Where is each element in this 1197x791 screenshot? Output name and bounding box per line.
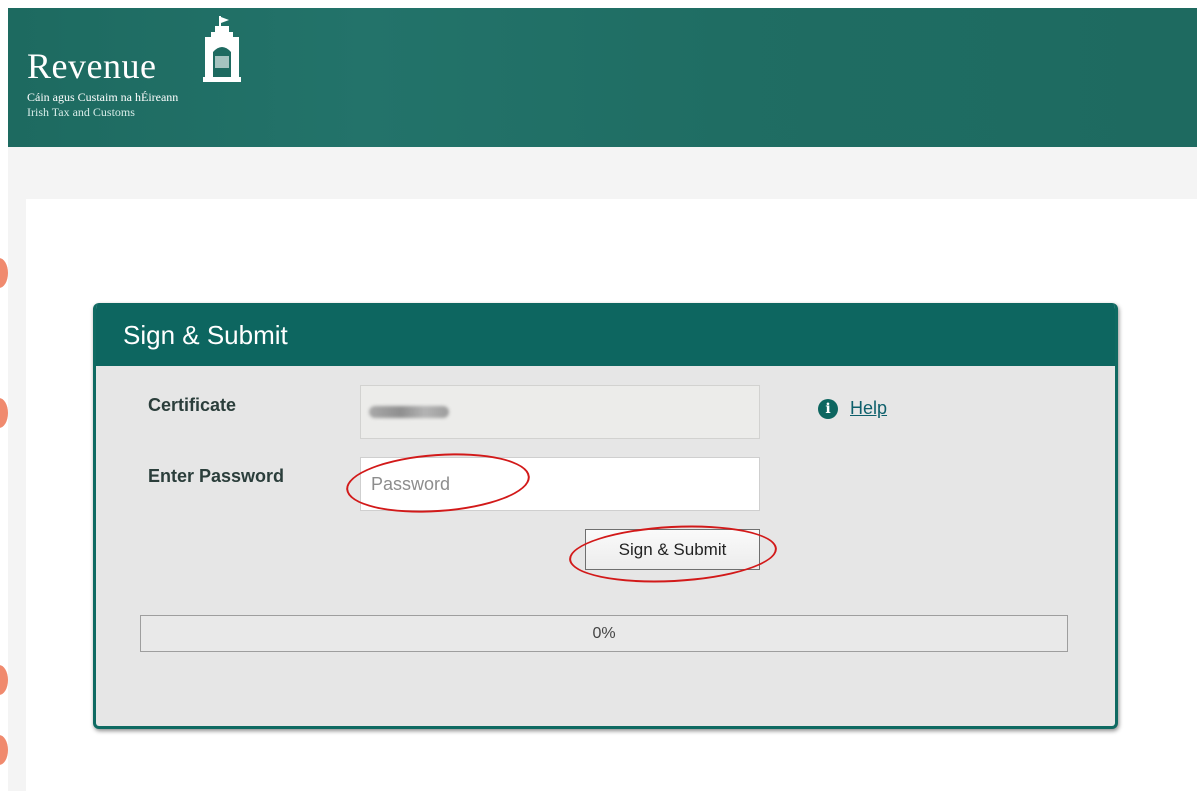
password-label: Enter Password bbox=[148, 466, 285, 486]
left-gutter bbox=[8, 199, 26, 791]
password-input[interactable] bbox=[360, 457, 760, 511]
progress-label: 0% bbox=[592, 625, 616, 642]
certificate-field bbox=[360, 385, 760, 439]
sign-submit-panel: Sign & Submit Certificate i Help Enter P… bbox=[93, 303, 1118, 729]
edge-annotation-mark bbox=[0, 735, 8, 765]
site-header: Revenue Cáin agus Custaim na hÉireann Ir… bbox=[8, 8, 1197, 147]
progress-bar: 0% bbox=[140, 615, 1068, 652]
brand-subtitle-english: Irish Tax and Customs bbox=[27, 105, 135, 119]
info-icon[interactable]: i bbox=[818, 398, 838, 419]
help-link-group[interactable]: i Help bbox=[818, 398, 887, 419]
edge-annotation-mark bbox=[0, 665, 8, 695]
sign-submit-button[interactable]: Sign & Submit bbox=[585, 529, 760, 570]
page-band bbox=[8, 147, 1197, 199]
brand-name: Revenue bbox=[27, 46, 157, 86]
help-link[interactable]: Help bbox=[850, 398, 887, 419]
panel-header: Sign & Submit bbox=[96, 303, 1115, 366]
panel-title: Sign & Submit bbox=[123, 320, 288, 350]
revenue-logo[interactable]: Revenue Cáin agus Custaim na hÉireann Ir… bbox=[27, 16, 241, 119]
certificate-label: Certificate bbox=[148, 395, 237, 415]
edge-annotation-mark bbox=[0, 398, 8, 428]
edge-annotation-mark bbox=[0, 258, 8, 288]
custom-house-tower-icon bbox=[201, 16, 243, 89]
certificate-value-obscured bbox=[369, 406, 449, 418]
brand-subtitle-irish: Cáin agus Custaim na hÉireann bbox=[27, 90, 179, 104]
